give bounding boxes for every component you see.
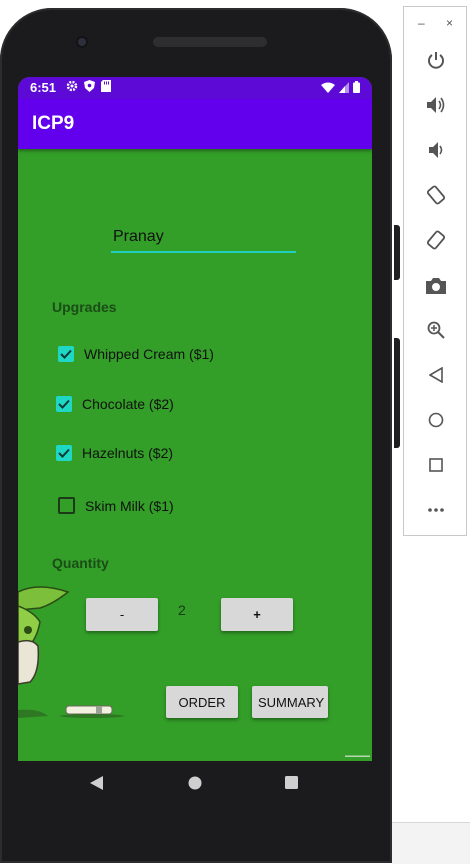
earpiece-speaker — [153, 37, 267, 47]
decrement-button[interactable]: - — [86, 598, 158, 631]
status-system-icons — [321, 81, 360, 93]
status-time: 6:51 — [30, 80, 57, 95]
rotate-right-button[interactable] — [421, 225, 451, 255]
minimize-icon[interactable]: – — [418, 16, 425, 30]
more-icon — [428, 508, 444, 512]
quantity-value: 2 — [178, 602, 186, 618]
increment-button[interactable]: + — [221, 598, 293, 631]
order-button[interactable]: ORDER — [166, 686, 238, 718]
front-camera — [76, 36, 88, 48]
whipped-cream-checkbox[interactable]: Whipped Cream ($1) — [58, 346, 214, 362]
nav-overview-icon[interactable] — [285, 776, 298, 789]
overview-button[interactable] — [421, 450, 451, 480]
lightsaber-hilt-illustration — [60, 705, 124, 718]
back-icon — [429, 367, 443, 383]
upgrades-label: Upgrades — [52, 299, 117, 315]
ide-status-strip — [392, 822, 470, 864]
status-notification-icons — [66, 80, 111, 92]
battery-icon — [353, 81, 360, 93]
phone-volume-rocker — [394, 338, 400, 448]
volume-down-button[interactable] — [421, 135, 451, 165]
zoom-button[interactable] — [421, 315, 451, 345]
status-bar: 6:51 — [18, 77, 372, 99]
hazelnuts-label: Hazelnuts ($2) — [82, 445, 174, 461]
app-title: ICP9 — [32, 113, 75, 134]
more-button[interactable] — [421, 495, 451, 525]
chocolate-label: Chocolate ($2) — [82, 396, 174, 412]
summary-button[interactable]: SUMMARY — [252, 686, 328, 718]
checkbox-checked-icon — [58, 346, 74, 362]
screenshot-button[interactable] — [421, 270, 451, 300]
rotate-left-icon — [426, 185, 446, 205]
skim-milk-label: Skim Milk ($1) — [85, 497, 174, 514]
hazelnuts-checkbox[interactable]: Hazelnuts ($2) — [56, 445, 173, 461]
nav-back-icon[interactable] — [90, 776, 103, 790]
phone-power-button — [394, 225, 400, 280]
app-toolbar: ICP9 — [18, 99, 372, 149]
power-button[interactable] — [421, 45, 451, 75]
nav-home-icon[interactable] — [188, 776, 202, 790]
gear-icon — [66, 80, 78, 92]
volume-down-icon — [429, 142, 443, 158]
wifi-icon — [321, 82, 335, 93]
volume-up-button[interactable] — [421, 90, 451, 120]
rotate-left-button[interactable] — [421, 180, 451, 210]
name-input[interactable] — [111, 225, 296, 253]
camera-icon — [426, 277, 446, 294]
android-navigation-bar — [18, 761, 372, 805]
zoom-icon — [427, 321, 445, 339]
signal-icon — [339, 81, 349, 93]
home-button[interactable] — [421, 405, 451, 435]
volume-up-icon — [427, 97, 445, 113]
checkbox-unchecked-icon — [58, 497, 75, 514]
checkbox-checked-icon — [56, 445, 72, 461]
quantity-label: Quantity — [52, 555, 109, 571]
chocolate-checkbox[interactable]: Chocolate ($2) — [56, 396, 174, 412]
background-watermark: ▬▬▬▬▬ — [345, 753, 370, 759]
sd-card-icon — [101, 80, 111, 92]
power-icon — [428, 52, 444, 69]
shield-icon — [84, 80, 95, 92]
rotate-right-icon — [426, 230, 446, 250]
overview-icon — [429, 458, 443, 472]
whipped-cream-label: Whipped Cream ($1) — [84, 346, 214, 362]
close-icon[interactable]: × — [446, 16, 453, 30]
home-icon — [428, 412, 444, 428]
emulator-toolbar: – × — [403, 6, 467, 536]
checkbox-checked-icon — [56, 396, 72, 412]
device-screen: 6:51 ICP9 Upgrades Whipped Cream ($1) Ch… — [18, 77, 372, 761]
skim-milk-checkbox[interactable]: Skim Milk ($1) — [58, 497, 174, 514]
back-button[interactable] — [421, 360, 451, 390]
